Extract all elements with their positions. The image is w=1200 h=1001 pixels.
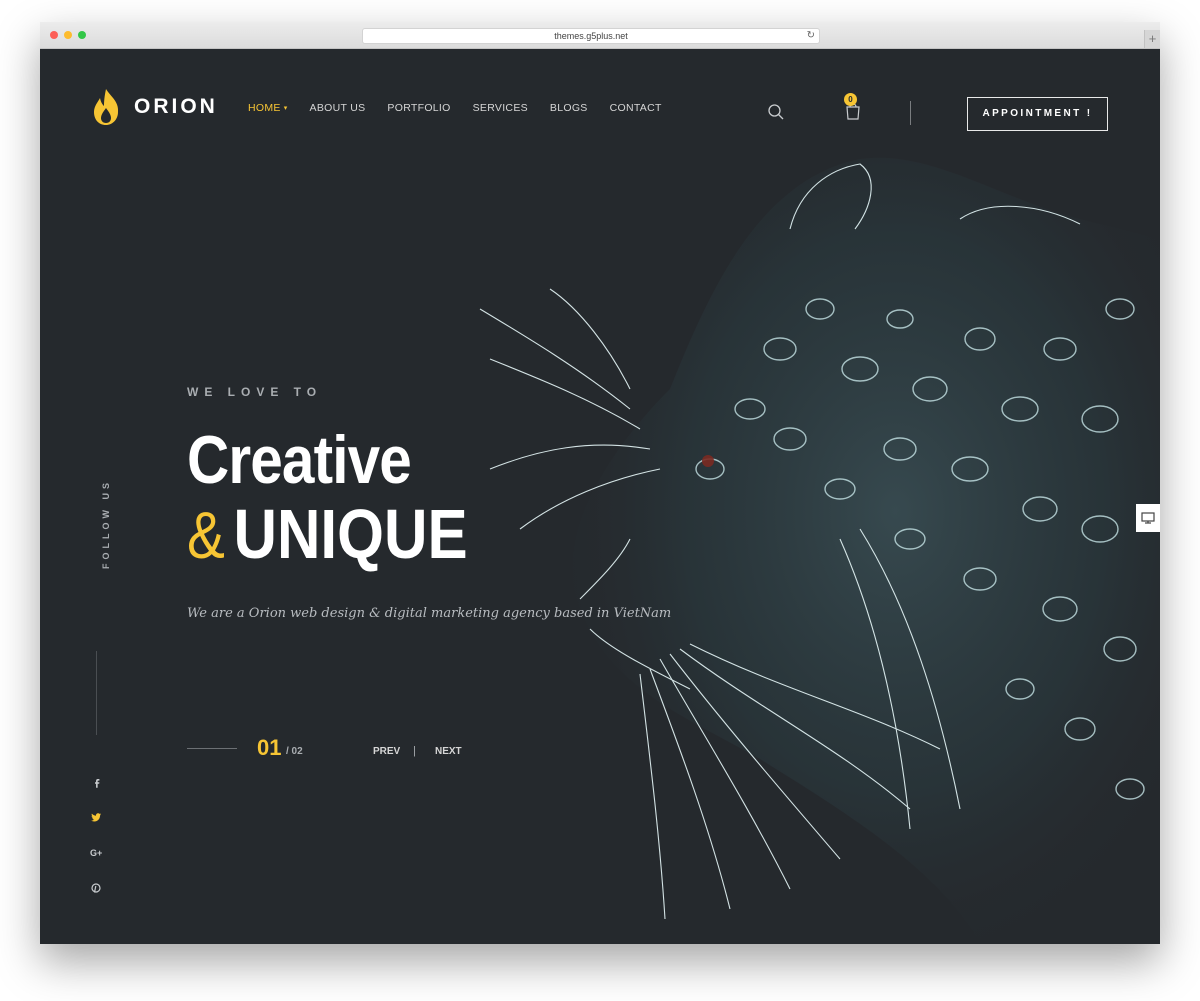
hero-headline-line2: & UNIQUE — [187, 494, 468, 574]
reload-icon[interactable]: ↻ — [807, 29, 815, 43]
flame-icon — [94, 89, 119, 125]
hero-headline-creative: Creative — [187, 422, 412, 498]
browser-window: themes.g5plus.net ↻ + ORION HOME ▾ ABOUT… — [40, 22, 1160, 944]
site-page: ORION HOME ▾ ABOUT US PORTFOLIO SERVICES … — [40, 49, 1160, 944]
nav-item-services[interactable]: SERVICES — [473, 102, 528, 114]
pinterest-icon[interactable] — [89, 880, 105, 896]
search-icon[interactable] — [767, 103, 785, 121]
twitter-icon[interactable] — [89, 810, 105, 826]
hero-tagline: We are a Orion web design & digital mark… — [187, 606, 672, 621]
cart-count-badge: 0 — [844, 93, 857, 106]
header-divider — [910, 101, 911, 125]
leopard-artwork — [479, 157, 1160, 944]
chevron-down-icon: ▾ — [283, 105, 288, 112]
minimize-window-button[interactable] — [64, 31, 72, 39]
hero-headline-unique: UNIQUE — [233, 495, 468, 573]
hero-eyebrow: WE LOVE TO — [187, 385, 323, 399]
slider-separator: | — [413, 745, 416, 757]
main-nav: HOME ▾ ABOUT US PORTFOLIO SERVICES BLOGS … — [248, 102, 684, 114]
slide-total-number: / 02 — [286, 746, 303, 757]
monitor-icon — [1141, 512, 1155, 524]
slide-indicator-line — [187, 748, 237, 749]
svg-text:G+: G+ — [90, 848, 102, 858]
new-tab-button[interactable]: + — [1144, 30, 1160, 48]
maximize-window-button[interactable] — [78, 31, 86, 39]
nav-item-about-us[interactable]: ABOUT US — [310, 102, 366, 114]
brand-name: ORION — [134, 95, 218, 118]
nav-item-contact[interactable]: CONTACT — [610, 102, 662, 114]
next-slide-button[interactable]: NEXT — [435, 746, 462, 757]
nav-item-home[interactable]: HOME ▾ — [248, 102, 288, 114]
follow-us-divider — [96, 651, 97, 735]
hero-ampersand: & — [187, 498, 225, 572]
slide-current-number: 01 — [257, 735, 282, 760]
nav-item-label: HOME — [248, 102, 281, 114]
nav-item-portfolio[interactable]: PORTFOLIO — [387, 102, 450, 114]
brand-logo[interactable]: ORION — [92, 88, 218, 126]
browser-chrome: themes.g5plus.net ↻ + — [40, 22, 1160, 49]
nav-item-blogs[interactable]: BLOGS — [550, 102, 588, 114]
follow-us-label: FOLLOW US — [101, 479, 111, 569]
close-window-button[interactable] — [50, 31, 58, 39]
address-bar[interactable]: themes.g5plus.net ↻ — [362, 28, 820, 44]
facebook-icon[interactable] — [89, 775, 105, 791]
prev-slide-button[interactable]: PREV — [373, 746, 400, 757]
side-demo-tab[interactable] — [1136, 504, 1160, 532]
google-plus-icon[interactable]: G+ — [89, 845, 105, 861]
appointment-button[interactable]: APPOINTMENT ! — [967, 97, 1108, 131]
address-url: themes.g5plus.net — [554, 31, 628, 41]
